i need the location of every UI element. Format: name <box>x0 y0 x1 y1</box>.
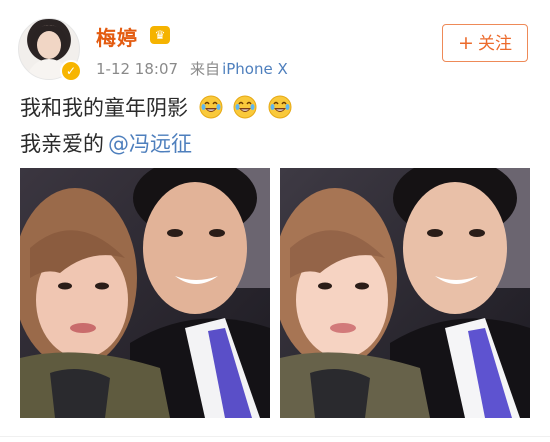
laugh-cry-emoji-icon <box>199 95 223 119</box>
selfie-photo-2[interactable] <box>280 168 530 418</box>
follow-label: 关注 <box>477 34 512 54</box>
source-label: 来自 <box>190 60 221 78</box>
source-device-link[interactable]: iPhone X <box>222 60 288 78</box>
post-text-2: 我亲爱的 <box>20 132 104 156</box>
post-meta: 1-12 18:07 来自 iPhone X <box>96 58 288 79</box>
divider <box>0 436 550 437</box>
selfie-photo-1-image <box>20 168 270 418</box>
follow-button[interactable]: + 关注 <box>442 24 528 62</box>
selfie-photo-1[interactable] <box>20 168 270 418</box>
post-text-1: 我和我的童年阴影 <box>20 96 188 120</box>
laugh-cry-emoji-icon <box>268 95 292 119</box>
laugh-cry-emoji-icon <box>233 95 257 119</box>
post-text-line-1: 我和我的童年阴影 <box>20 92 292 122</box>
verified-icon: ✓ <box>60 60 82 82</box>
mention-link[interactable]: @冯远征 <box>108 132 192 156</box>
avatar-face <box>37 31 61 59</box>
post-timestamp: 1-12 18:07 <box>96 60 179 78</box>
selfie-photo-2-image <box>280 168 530 418</box>
username[interactable]: 梅婷 <box>96 22 138 51</box>
weibo-post: ✓ 梅婷 ♛ 1-12 18:07 来自 iPhone X + 关注 我和我的童年阴影 <box>0 0 550 442</box>
post-text-line-2: 我亲爱的 @冯远征 <box>20 128 192 158</box>
vip-crown-icon[interactable]: ♛ <box>150 26 170 44</box>
plus-icon: + <box>458 32 474 54</box>
